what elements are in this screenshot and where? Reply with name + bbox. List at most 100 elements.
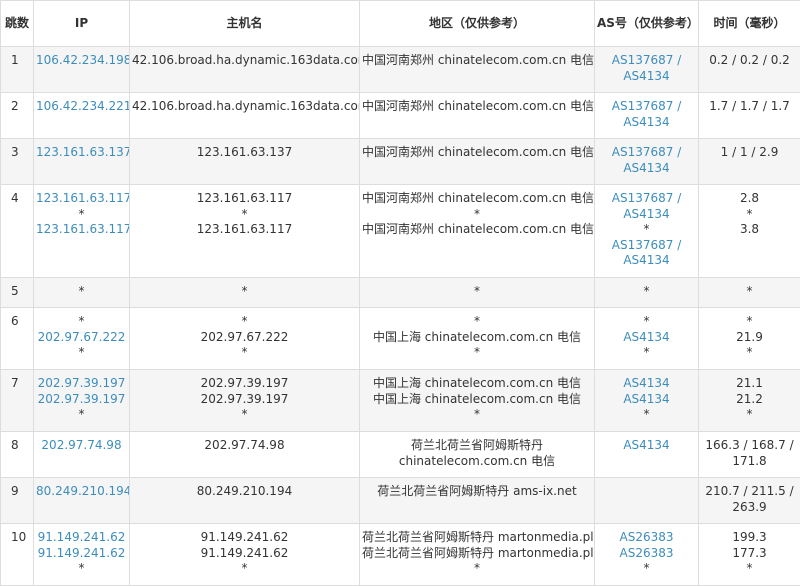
ip-link[interactable]: 123.161.63.117 [36,191,127,207]
cell-ip: * [34,278,130,308]
cell-region: 荷兰北荷兰省阿姆斯特丹 martonmedia.pl荷兰北荷兰省阿姆斯特丹 ma… [360,524,595,586]
hostname-text: 123.161.63.117 [132,191,357,207]
hostname-timeout: * [132,207,357,223]
asn-link[interactable]: AS137687 / AS4134 [597,238,696,269]
header-hostname: 主机名 [130,1,360,47]
asn-link[interactable]: AS4134 [597,392,696,408]
asn-link[interactable]: AS4134 [597,438,696,454]
ip-link[interactable]: 80.249.210.194 [36,484,127,500]
cell-hostname: 123.161.63.137 [130,139,360,185]
hostname-timeout: * [132,561,357,577]
ip-link[interactable]: 202.97.39.197 [36,376,127,392]
cell-hop: 3 [1,139,34,185]
asn-link[interactable]: AS4134 [597,376,696,392]
region-timeout: * [362,207,592,223]
asn-link[interactable]: AS137687 / AS4134 [597,53,696,84]
cell-ip: 202.97.39.197202.97.39.197* [34,370,130,432]
time-text: 2.8 [701,191,798,207]
hostname-text: 202.97.74.98 [132,438,357,454]
cell-region: *中国上海 chinatelecom.com.cn 电信* [360,308,595,370]
header-asn: AS号（仅供参考） [595,1,699,47]
cell-time: 0.2 / 0.2 / 0.2 [699,47,800,93]
table-row: 6*202.97.67.222**202.97.67.222**中国上海 chi… [1,308,800,370]
cell-hostname: 42.106.broad.ha.dynamic.163data.com.cn [130,93,360,139]
ip-link[interactable]: 202.97.39.197 [36,392,127,408]
ip-timeout: * [36,207,127,223]
hostname-timeout: * [132,345,357,361]
cell-asn: AS4134AS4134* [595,370,699,432]
ip-link[interactable]: 91.149.241.62 [36,530,127,546]
cell-ip: 91.149.241.6291.149.241.62* [34,524,130,586]
header-hop: 跳数 [1,1,34,47]
asn-link[interactable]: AS26383 [597,546,696,562]
time-timeout: * [701,314,798,330]
cell-ip: 202.97.74.98 [34,432,130,478]
cell-asn: AS137687 / AS4134 [595,93,699,139]
asn-timeout: * [597,222,696,238]
cell-hostname: 202.97.74.98 [130,432,360,478]
ip-link[interactable]: 123.161.63.117 [36,222,127,238]
cell-hostname: 91.149.241.6291.149.241.62* [130,524,360,586]
cell-region: * [360,278,595,308]
cell-time: 210.7 / 211.5 / 263.9 [699,478,800,524]
region-text: 荷兰北荷兰省阿姆斯特丹 martonmedia.pl [362,530,592,546]
ip-link[interactable]: 123.161.63.137 [36,145,127,161]
region-timeout: * [362,284,592,300]
cell-ip: 80.249.210.194 [34,478,130,524]
cell-time: 21.121.2* [699,370,800,432]
hostname-text: 91.149.241.62 [132,530,357,546]
cell-hostname: *202.97.67.222* [130,308,360,370]
table-row: 4123.161.63.117*123.161.63.117123.161.63… [1,185,800,278]
cell-asn: AS137687 / AS4134 [595,47,699,93]
ip-timeout: * [36,314,127,330]
asn-link[interactable]: AS137687 / AS4134 [597,145,696,176]
time-timeout: * [701,561,798,577]
asn-link[interactable]: AS4134 [597,330,696,346]
hostname-text: 202.97.39.197 [132,392,357,408]
asn-link[interactable]: AS137687 / AS4134 [597,99,696,130]
cell-hop: 5 [1,278,34,308]
ip-link[interactable]: 91.149.241.62 [36,546,127,562]
ip-link[interactable]: 106.42.234.198 [36,53,127,69]
asn-link[interactable]: AS137687 / AS4134 [597,191,696,222]
table-row: 3123.161.63.137123.161.63.137中国河南郑州 chin… [1,139,800,185]
cell-hop: 2 [1,93,34,139]
region-text: chinatelecom.com.cn 电信 [362,454,592,470]
cell-asn: * [595,278,699,308]
region-text: 中国河南郑州 chinatelecom.com.cn 电信 [362,222,592,238]
cell-region: 中国河南郑州 chinatelecom.com.cn 电信*中国河南郑州 chi… [360,185,595,278]
region-text: 荷兰北荷兰省阿姆斯特丹 martonmedia.pl [362,546,592,562]
ip-link[interactable]: 202.97.74.98 [36,438,127,454]
cell-ip: 123.161.63.117*123.161.63.117 [34,185,130,278]
cell-time: 2.8*3.8 [699,185,800,278]
table-row: 980.249.210.19480.249.210.194荷兰北荷兰省阿姆斯特丹… [1,478,800,524]
cell-asn: *AS4134* [595,308,699,370]
region-timeout: * [362,345,592,361]
asn-timeout: * [597,284,696,300]
cell-time: * [699,278,800,308]
cell-asn [595,478,699,524]
header-region: 地区（仅供参考） [360,1,595,47]
region-timeout: * [362,314,592,330]
hostname-timeout: * [132,314,357,330]
time-text: 21.1 [701,376,798,392]
hostname-timeout: * [132,407,357,423]
region-text: 中国上海 chinatelecom.com.cn 电信 [362,392,592,408]
cell-hop: 10 [1,524,34,586]
time-text: 21.9 [701,330,798,346]
ip-timeout: * [36,345,127,361]
hostname-text: 80.249.210.194 [132,484,357,500]
time-timeout: * [701,345,798,361]
cell-region: 中国上海 chinatelecom.com.cn 电信中国上海 chinatel… [360,370,595,432]
table-body: 1106.42.234.19842.106.broad.ha.dynamic.1… [1,47,800,586]
cell-ip: *202.97.67.222* [34,308,130,370]
cell-region: 荷兰北荷兰省阿姆斯特丹 ams-ix.net [360,478,595,524]
cell-asn: AS26383AS26383* [595,524,699,586]
asn-link[interactable]: AS26383 [597,530,696,546]
cell-hostname: 123.161.63.117*123.161.63.117 [130,185,360,278]
ip-link[interactable]: 106.42.234.221 [36,99,127,115]
cell-hostname: 202.97.39.197202.97.39.197* [130,370,360,432]
time-text: 199.3 [701,530,798,546]
ip-link[interactable]: 202.97.67.222 [36,330,127,346]
cell-time: 166.3 / 168.7 / 171.8 [699,432,800,478]
